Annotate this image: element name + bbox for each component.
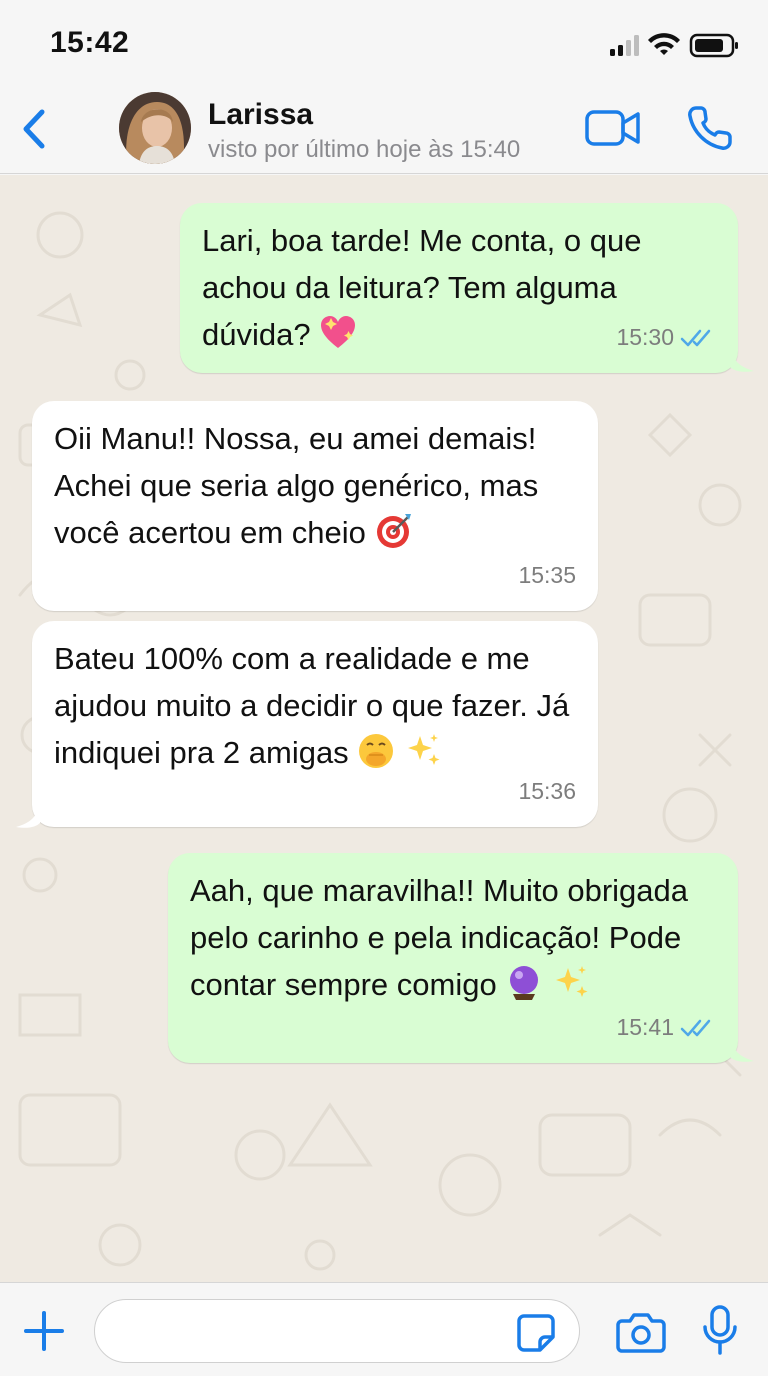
message-text: Bateu 100% com a realidade e me ajudou m… bbox=[54, 641, 570, 770]
contact-name[interactable]: Larissa bbox=[208, 98, 313, 132]
message-meta: 15:30 bbox=[616, 314, 716, 361]
plus-icon[interactable] bbox=[22, 1309, 66, 1353]
message-time: 15:35 bbox=[518, 562, 576, 588]
message-text: Aah, que maravilha!! Muito obrigada pelo… bbox=[190, 873, 689, 1002]
chat-header: Larissa visto por último hoje às 15:40 bbox=[0, 90, 768, 174]
message-meta: 15:41 bbox=[616, 1004, 716, 1051]
phone-icon[interactable] bbox=[686, 104, 734, 152]
camera-icon[interactable] bbox=[616, 1311, 666, 1353]
hand-over-mouth-emoji bbox=[359, 734, 394, 768]
sparkles-emoji bbox=[407, 734, 440, 765]
status-bar: 15:42 bbox=[0, 0, 768, 90]
sparkling-heart-emoji bbox=[321, 316, 356, 348]
message-input[interactable] bbox=[94, 1299, 580, 1363]
avatar[interactable] bbox=[119, 92, 191, 164]
direct-hit-emoji bbox=[376, 514, 411, 548]
message-time: 15:30 bbox=[616, 324, 674, 350]
avatar-image bbox=[119, 92, 191, 164]
sticker-icon[interactable] bbox=[516, 1313, 556, 1353]
bubble-tail bbox=[730, 345, 754, 372]
crystal-ball-emoji bbox=[510, 966, 539, 1000]
signal-icon bbox=[610, 35, 639, 56]
sparkles-emoji bbox=[555, 966, 588, 997]
input-bar bbox=[0, 1282, 768, 1376]
double-check-icon bbox=[680, 329, 711, 346]
message-text: Oii Manu!! Nossa, eu amei demais! Achei … bbox=[54, 421, 539, 550]
double-check-icon bbox=[680, 1019, 711, 1036]
message-time: 15:41 bbox=[616, 1014, 674, 1040]
message-bubble-outgoing[interactable]: Aah, que maravilha!! Muito obrigada pelo… bbox=[168, 853, 738, 1063]
back-button[interactable] bbox=[14, 104, 54, 154]
microphone-icon[interactable] bbox=[702, 1305, 738, 1357]
message-meta: 15:35 bbox=[518, 552, 576, 599]
chat-area[interactable]: Lari, boa tarde! Me conta, o que achou d… bbox=[0, 175, 768, 1282]
video-call-icon[interactable] bbox=[584, 108, 642, 148]
status-icons bbox=[610, 33, 738, 58]
bubble-tail bbox=[730, 1035, 754, 1062]
message-bubble-incoming[interactable]: Bateu 100% com a realidade e me ajudou m… bbox=[32, 621, 598, 827]
message-bubble-incoming[interactable]: Oii Manu!! Nossa, eu amei demais! Achei … bbox=[32, 401, 598, 611]
contact-last-seen: visto por último hoje às 15:40 bbox=[208, 136, 521, 163]
status-time: 15:42 bbox=[50, 26, 130, 59]
battery-icon bbox=[689, 33, 738, 58]
message-time: 15:36 bbox=[518, 778, 576, 804]
message-meta: 15:36 bbox=[518, 768, 576, 815]
bubble-tail bbox=[16, 801, 40, 828]
wifi-icon bbox=[648, 33, 680, 55]
message-bubble-outgoing[interactable]: Lari, boa tarde! Me conta, o que achou d… bbox=[180, 203, 738, 373]
